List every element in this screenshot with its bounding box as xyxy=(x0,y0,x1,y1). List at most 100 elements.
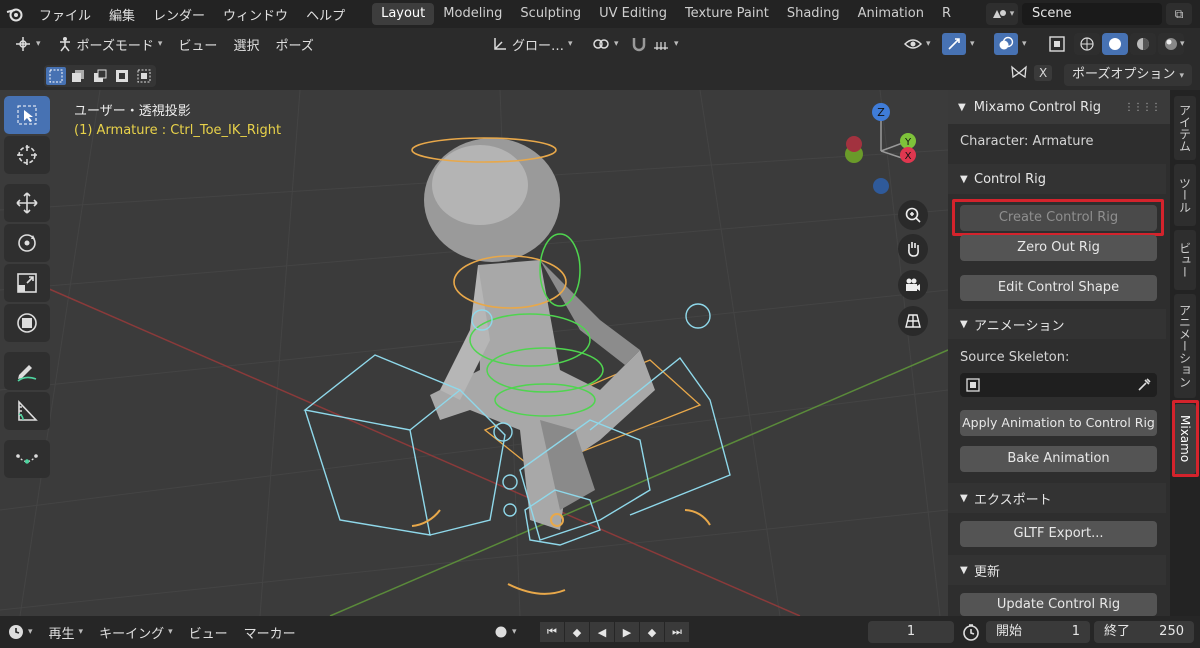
scene-icon[interactable]: ▾ xyxy=(986,3,1018,25)
annotate-tool[interactable] xyxy=(4,352,50,390)
menu-help[interactable]: ヘルプ xyxy=(297,5,354,24)
new-scene-icon[interactable]: ⧉ xyxy=(1166,3,1192,25)
xray-toggle[interactable] xyxy=(1040,35,1074,53)
jump-end-icon[interactable]: ⏭ xyxy=(665,622,689,642)
control-rig-section-label: Control Rig xyxy=(974,171,1047,187)
menu-select[interactable]: 選択 xyxy=(225,35,267,54)
gizmo-neg-z[interactable] xyxy=(873,178,889,194)
update-control-rig-button[interactable]: Update Control Rig xyxy=(960,593,1157,616)
workspace-tab-shading[interactable]: Shading xyxy=(778,3,849,25)
foot-roll-arc-right xyxy=(684,509,711,526)
workspace-tab-uv-editing[interactable]: UV Editing xyxy=(590,3,676,25)
play-icon[interactable]: ▶ xyxy=(615,622,639,642)
timeline-editor-selector[interactable]: ▾ xyxy=(0,624,41,640)
playback-menu[interactable]: 再生 ▾ xyxy=(41,623,92,642)
preview-range-clock-icon[interactable] xyxy=(962,623,980,645)
play-reverse-icon[interactable]: ◀ xyxy=(590,622,614,642)
sidebar-tab-mixamo[interactable]: Mixamo xyxy=(1174,404,1196,474)
measure-tool[interactable] xyxy=(4,392,50,430)
end-frame-field[interactable]: 終了 250 xyxy=(1094,621,1194,643)
blender-logo-icon[interactable] xyxy=(0,6,30,22)
rotate-tool[interactable] xyxy=(4,224,50,262)
select-box-tool[interactable] xyxy=(4,96,50,134)
menu-render[interactable]: レンダー xyxy=(144,5,214,24)
select-subtract-icon[interactable] xyxy=(90,67,110,85)
workspace-tab-animation[interactable]: Animation xyxy=(849,3,933,25)
xray-icon xyxy=(1049,36,1065,52)
timeline-header: ▾ 再生 ▾ キーイング ▾ ビュー マーカー ▾ ⏮ ◆ ◀ ▶ ◆ ⏭ 1 開始… xyxy=(0,616,1200,648)
current-frame-field[interactable]: 1 xyxy=(868,621,954,643)
marker-menu[interactable]: マーカー xyxy=(236,623,304,642)
sidebar-tab-tool[interactable]: ツール xyxy=(1174,164,1196,226)
menu-view[interactable]: ビュー xyxy=(170,35,225,54)
update-section-header[interactable]: ▼ 更新 xyxy=(948,555,1166,585)
workspace-tab-sculpting[interactable]: Sculpting xyxy=(511,3,590,25)
pose-breakdowner-tool[interactable] xyxy=(4,440,50,478)
navigation-gizmo[interactable]: Z Y X xyxy=(836,96,936,206)
menu-file[interactable]: ファイル xyxy=(30,5,100,24)
scale-tool[interactable] xyxy=(4,264,50,302)
scene-name-field[interactable]: Scene xyxy=(1022,3,1162,25)
sidebar-tab-animation[interactable]: アニメーション xyxy=(1174,294,1196,398)
mode-selector[interactable]: ポーズモード ▾ xyxy=(49,35,171,54)
select-invert-icon[interactable] xyxy=(112,67,132,85)
menu-window[interactable]: ウィンドウ xyxy=(214,5,297,24)
sidebar-tab-view[interactable]: ビュー xyxy=(1174,230,1196,290)
gizmo-toggle[interactable]: ▾ xyxy=(934,33,983,55)
camera-view-icon[interactable] xyxy=(898,270,928,300)
select-extend-icon[interactable] xyxy=(68,67,88,85)
workspace-tab-more[interactable]: R xyxy=(933,3,960,25)
prev-keyframe-icon[interactable]: ◆ xyxy=(565,622,589,642)
transform-orientation-selector[interactable]: グロー… ▾ xyxy=(484,35,581,54)
pose-x-mirror[interactable]: X xyxy=(1010,65,1053,81)
pan-hand-icon[interactable] xyxy=(898,234,928,264)
auto-keying-toggle[interactable]: ▾ xyxy=(486,625,525,639)
pivot-point-selector[interactable]: ▾ xyxy=(584,36,627,52)
pose-options-dropdown[interactable]: ポーズオプション ▾ xyxy=(1063,64,1192,86)
keying-menu[interactable]: キーイング ▾ xyxy=(91,623,181,642)
gizmo-neg-x[interactable] xyxy=(846,136,862,152)
move-tool[interactable] xyxy=(4,184,50,222)
sidebar-tab-item-label: アイテム xyxy=(1177,104,1192,152)
source-skeleton-field[interactable] xyxy=(960,373,1157,397)
visibility-selector[interactable]: ▾ xyxy=(896,37,939,51)
zero-out-rig-button[interactable]: Zero Out Rig xyxy=(960,235,1157,261)
export-section-header[interactable]: ▼ エクスポート xyxy=(948,483,1166,513)
gltf-export-button[interactable]: GLTF Export... xyxy=(960,521,1157,547)
solid-shading-icon[interactable] xyxy=(1102,33,1128,55)
zoom-icon[interactable] xyxy=(898,200,928,230)
workspace-tab-modeling[interactable]: Modeling xyxy=(434,3,511,25)
workspace-tab-texture-paint[interactable]: Texture Paint xyxy=(676,3,778,25)
bake-animation-button[interactable]: Bake Animation xyxy=(960,446,1157,472)
cursor-tool[interactable] xyxy=(4,136,50,174)
editor-type-selector[interactable]: ▾ xyxy=(6,36,49,52)
overlay-toggle[interactable]: ▾ xyxy=(986,33,1035,55)
sidebar-tab-item[interactable]: アイテム xyxy=(1174,96,1196,160)
jump-start-icon[interactable]: ⏮ xyxy=(540,622,564,642)
drag-grip-icon[interactable]: ⋮⋮⋮⋮ xyxy=(1124,102,1161,113)
3d-viewport[interactable]: ユーザー・透視投影 (1) Armature : Ctrl_Toe_IK_Rig… xyxy=(0,90,948,616)
material-shading-icon[interactable] xyxy=(1130,33,1156,55)
workspace-tab-layout[interactable]: Layout xyxy=(372,3,435,25)
transform-tool[interactable] xyxy=(4,304,50,342)
start-frame-field[interactable]: 開始 1 xyxy=(986,621,1090,643)
apply-animation-button[interactable]: Apply Animation to Control Rig xyxy=(960,410,1157,436)
animation-section-header[interactable]: ▼ アニメーション xyxy=(948,309,1166,339)
mixamo-panel-header[interactable]: ▼ Mixamo Control Rig ⋮⋮⋮⋮ xyxy=(948,90,1170,124)
select-intersect-icon[interactable] xyxy=(134,67,154,85)
snap-toggle[interactable]: ▾ xyxy=(622,36,687,52)
menu-pose[interactable]: ポーズ xyxy=(267,35,321,54)
control-rig-section-header[interactable]: ▼ Control Rig xyxy=(948,164,1166,194)
edit-control-shape-button[interactable]: Edit Control Shape xyxy=(960,275,1157,301)
next-keyframe-icon[interactable]: ◆ xyxy=(640,622,664,642)
timeline-view-menu[interactable]: ビュー xyxy=(181,623,236,642)
scene-selector[interactable]: ▾ Scene ⧉ xyxy=(986,2,1198,26)
create-control-rig-button[interactable]: Create Control Rig xyxy=(960,205,1157,231)
perspective-grid-icon[interactable] xyxy=(898,306,928,336)
wireframe-shading-icon[interactable] xyxy=(1074,33,1100,55)
shading-options-dropdown[interactable]: ▾ xyxy=(1172,39,1193,49)
sidebar-tabs: アイテム ツール ビュー アニメーション Mixamo xyxy=(1170,90,1200,616)
select-new-icon[interactable] xyxy=(46,67,66,85)
menu-edit[interactable]: 編集 xyxy=(100,5,144,24)
eyedropper-icon[interactable] xyxy=(1136,377,1152,393)
